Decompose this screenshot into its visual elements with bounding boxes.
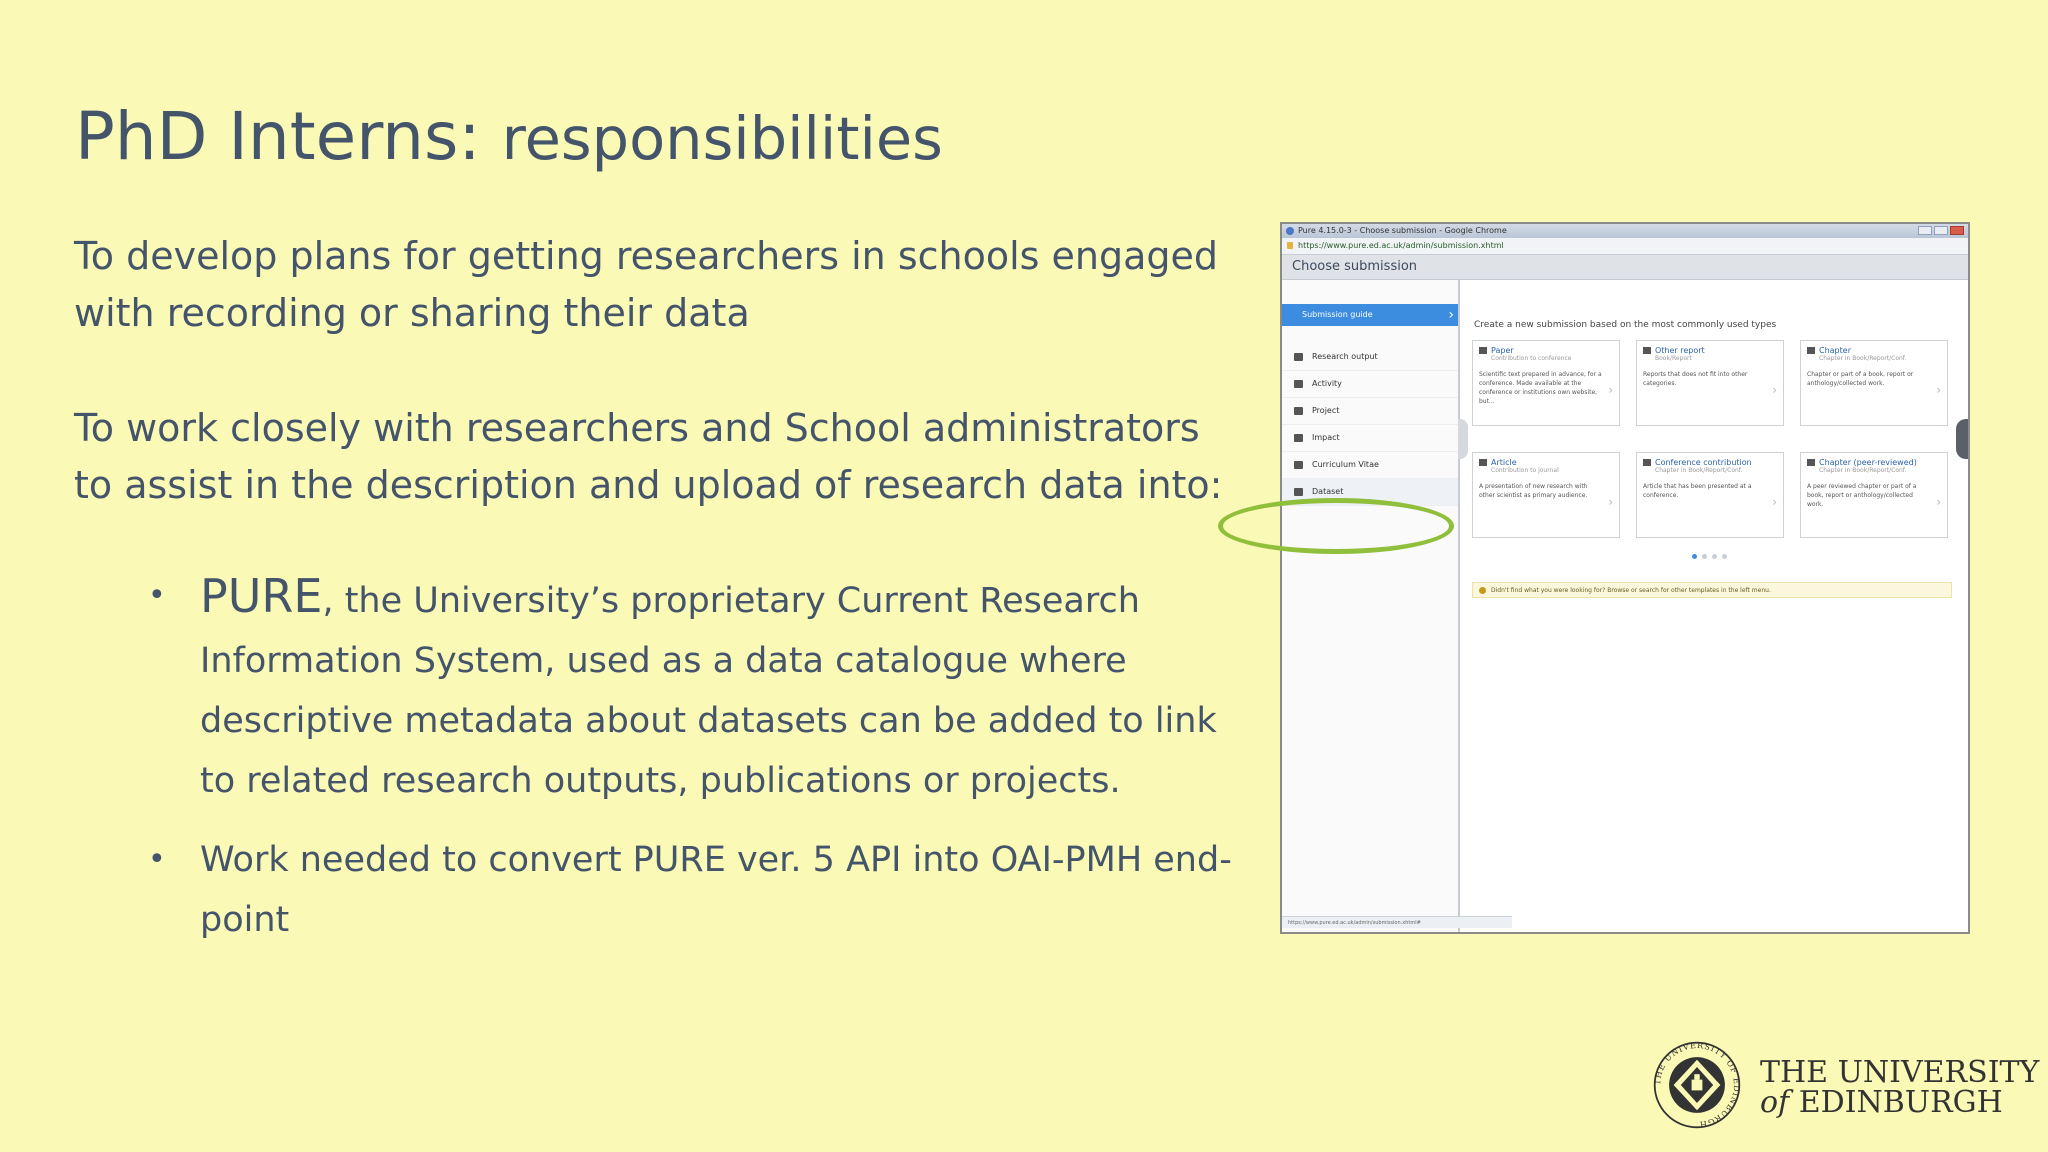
chevron-right-icon: › [1608,495,1613,509]
dataset-highlight-ellipse [1218,498,1454,554]
window-title: Pure 4.15.0-3 - Choose submission - Goog… [1298,226,1507,235]
sidebar-item-research-output: Research output [1282,344,1458,371]
pure-sidebar: Submission guide › Research output Activ… [1282,280,1460,932]
chevron-right-icon: › [1608,383,1613,397]
chevron-right-icon: › [1772,495,1777,509]
sidebar-item-impact: Impact [1282,425,1458,452]
template-card-conference: Conference contribution Chapter in Book/… [1636,452,1784,538]
submission-hint: Create a new submission based on the mos… [1474,320,1777,330]
card-description: Chapter or part of a book, report or ant… [1807,371,1914,387]
university-crest-icon: THE UNIVERSITY OF EDINBURGH [1652,1040,1741,1130]
carousel-dot [1722,554,1727,559]
bullet-lead: PURE [200,569,323,623]
template-card-paper: Paper Contribution to conference Scienti… [1472,340,1620,426]
card-title: Chapter (peer-reviewed) [1801,453,1947,467]
document-icon [1294,461,1303,469]
bullet-text: , the University’s proprietary Current R… [200,581,1217,801]
university-name-city: EDINBURGH [1789,1085,2003,1120]
bullet-marker: • [148,842,166,877]
address-url: https://www.pure.ed.ac.uk/admin/submissi… [1298,241,1504,250]
bullet-text: Work needed to convert PURE ver. 5 API i… [200,840,1232,940]
carousel-dot [1702,554,1707,559]
chevron-right-icon: › [1936,383,1941,397]
carousel-dot [1712,554,1717,559]
sidebar-item-label: Project [1312,406,1340,415]
template-card-other-report: Other report Book/Report Reports that do… [1636,340,1784,426]
carousel-next-button [1956,419,1968,459]
card-subtitle: Chapter in Book/Report/Conf. [1655,467,1743,474]
gear-icon [1294,407,1303,415]
card-description: Reports that does not fit into other cat… [1643,371,1748,387]
university-name-line1: THE UNIVERSITY [1760,1055,2040,1090]
template-card-article: Article Contribution to journal A presen… [1472,452,1620,538]
chrome-icon [1286,227,1294,235]
paragraph-line: to assist in the description and upload … [74,463,1223,507]
close-icon [1950,226,1964,235]
pure-screenshot: Pure 4.15.0-3 - Choose submission - Goog… [1280,222,1970,934]
bullet-marker: • [148,578,166,613]
carousel-dots [1692,554,1727,559]
window-controls [1918,226,1964,235]
briefcase-icon [1294,380,1303,388]
chevron-right-icon: › [1936,495,1941,509]
title-main: PhD Interns: [75,98,481,175]
bullet-list: • PURE, the University’s proprietary Cur… [148,566,1248,950]
carousel-dot [1692,554,1697,559]
book-icon [1294,353,1303,361]
paragraph-plans: To develop plans for getting researchers… [74,228,1218,342]
card-subtitle: Book/Report [1655,355,1692,362]
card-subtitle: Contribution to conference [1491,355,1572,362]
sidebar-item-label: Submission guide [1302,310,1373,319]
title-sub: responsibilities [501,104,943,173]
university-name-line2: of EDINBURGH [1760,1088,2048,1118]
template-card-chapter: Chapter Chapter in Book/Report/Conf. Cha… [1800,340,1948,426]
carousel-prev-button [1458,419,1468,459]
card-description: A peer reviewed chapter or part of a boo… [1807,483,1917,508]
sidebar-item-activity: Activity [1282,371,1458,398]
card-title: Other report [1637,341,1783,355]
bullet-item-api: • Work needed to convert PURE ver. 5 API… [148,830,1248,950]
sidebar-item-label: Curriculum Vitae [1312,460,1379,469]
card-subtitle: Chapter in Book/Report/Conf. [1819,355,1907,362]
card-description: Article that has been presented at a con… [1643,483,1752,499]
minimize-icon [1918,226,1932,235]
chevron-right-icon: › [1448,307,1454,323]
window-titlebar: Pure 4.15.0-3 - Choose submission - Goog… [1282,224,1968,238]
app-header: Choose submission [1282,255,1968,280]
lock-icon [1287,242,1293,249]
sidebar-item-label: Research output [1312,352,1378,361]
card-title: Article [1473,453,1619,467]
target-icon [1294,434,1303,442]
bullet-item-pure: • PURE, the University’s proprietary Cur… [148,566,1248,811]
sidebar-item-submission-guide: Submission guide › [1282,304,1458,326]
address-bar: https://www.pure.ed.ac.uk/admin/submissi… [1282,238,1968,255]
template-card-chapter-peer: Chapter (peer-reviewed) Chapter in Book/… [1800,452,1948,538]
card-title: Chapter [1801,341,1947,355]
chevron-right-icon: › [1772,383,1777,397]
paragraph-line: To work closely with researchers and Sch… [74,406,1200,450]
paragraph-line: To develop plans for getting researchers… [74,234,1219,278]
sidebar-item-label: Impact [1312,433,1340,442]
slide: PhD Interns: responsibilities To develop… [0,0,2048,1152]
paragraph-work: To work closely with researchers and Sch… [74,400,1222,514]
sidebar-item-label: Activity [1312,379,1342,388]
card-description: A presentation of new research with othe… [1479,483,1588,499]
sidebar-item-cv: Curriculum Vitae [1282,452,1458,479]
university-name-of: of [1760,1085,1790,1120]
slide-title: PhD Interns: responsibilities [75,98,943,175]
card-title: Paper [1473,341,1619,355]
card-subtitle: Contribution to journal [1491,467,1559,474]
status-bar: https://www.pure.ed.ac.uk/admin/submissi… [1282,916,1512,928]
card-subtitle: Chapter in Book/Report/Conf. [1819,467,1907,474]
maximize-icon [1934,226,1948,235]
university-name: THE UNIVERSITY of EDINBURGH [1760,1058,2048,1118]
card-title: Conference contribution [1637,453,1783,467]
paragraph-line: with recording or sharing their data [74,291,750,335]
card-description: Scientific text prepared in advance, for… [1479,371,1602,405]
database-icon [1294,488,1303,496]
sidebar-item-project: Project [1282,398,1458,425]
sidebar-item-label: Dataset [1312,487,1344,496]
help-notice: Didn't find what you were looking for? B… [1472,582,1952,598]
